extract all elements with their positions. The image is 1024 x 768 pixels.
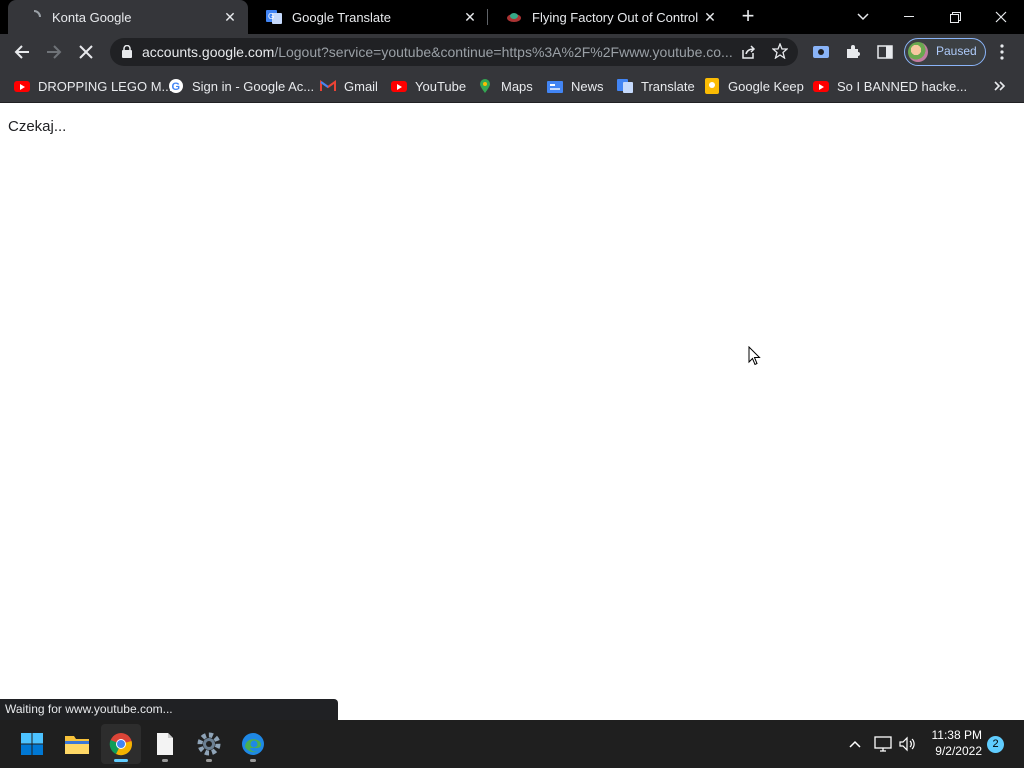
volume-icon[interactable]: [898, 734, 918, 754]
clock-date: 9/2/2022: [935, 744, 982, 758]
profile-status: Paused: [936, 44, 977, 58]
screenshot-extension-icon[interactable]: [809, 40, 833, 64]
url-host: accounts.google.com: [142, 44, 275, 60]
game-icon: [506, 9, 522, 25]
svg-text:G: G: [172, 81, 181, 93]
new-tab-button[interactable]: +: [737, 5, 759, 27]
active-indicator: [114, 759, 128, 762]
bookmark-label: Sign in - Google Ac...: [192, 78, 315, 94]
bookmark-youtube[interactable]: YouTube: [391, 76, 466, 96]
close-window-button[interactable]: [978, 0, 1024, 34]
tab-title: Flying Factory Out of Control | PJ: [532, 9, 700, 25]
profile-button[interactable]: Paused: [904, 38, 986, 66]
translate-icon: G: [266, 9, 282, 25]
tab-google-translate[interactable]: G Google Translate ✕: [248, 0, 488, 34]
side-panel-icon[interactable]: [873, 40, 897, 64]
share-icon[interactable]: [740, 44, 756, 65]
bookmark-gmail[interactable]: Gmail: [320, 76, 378, 96]
chrome-icon[interactable]: [101, 724, 141, 764]
notepad-icon[interactable]: [145, 724, 185, 764]
avatar: [908, 42, 928, 62]
menu-dots-icon[interactable]: [990, 40, 1014, 64]
start-button[interactable]: [12, 724, 52, 764]
clock[interactable]: 11:38 PM 9/2/2022: [918, 727, 982, 759]
extensions-icon[interactable]: [841, 40, 865, 64]
tab-strip: Konta Google ✕ G Google Translate ✕ Flyi…: [0, 0, 1024, 34]
tab-title: Google Translate: [292, 9, 392, 25]
browser-chrome: Konta Google ✕ G Google Translate ✕ Flyi…: [0, 0, 1024, 103]
bookmark-label: Gmail: [344, 78, 378, 94]
running-indicator: [162, 759, 168, 762]
svg-text:G: G: [268, 12, 274, 21]
back-button[interactable]: [9, 39, 35, 65]
minimize-button[interactable]: [886, 0, 932, 34]
tab-close-icon[interactable]: ✕: [460, 9, 480, 26]
bookmark-news[interactable]: News: [547, 76, 604, 96]
google-icon: G: [168, 78, 184, 94]
url-path: /Logout?service=youtube&continue=https%3…: [274, 44, 733, 60]
maps-icon: [477, 78, 493, 94]
bookmark-maps[interactable]: Maps: [477, 76, 533, 96]
mouse-cursor-icon: [748, 345, 761, 371]
bookmark-translate[interactable]: Translate: [617, 76, 695, 96]
loading-icon: [26, 9, 42, 25]
chevron-up-icon[interactable]: [845, 734, 865, 754]
tab-flying-factory[interactable]: Flying Factory Out of Control | PJ ✕: [488, 0, 728, 34]
bookmark-label: Maps: [501, 78, 533, 94]
bookmark-label: DROPPING LEGO M...: [38, 78, 173, 94]
bookmark-label: YouTube: [415, 78, 467, 94]
star-icon[interactable]: [771, 42, 789, 64]
restore-button[interactable]: [932, 0, 978, 34]
page-message: Czekaj...: [8, 118, 67, 135]
bookmark-label: News: [571, 78, 604, 94]
gmail-icon: [320, 78, 336, 94]
lock-icon[interactable]: [122, 44, 132, 63]
taskbar: [0, 720, 1024, 768]
file-explorer-icon[interactable]: [57, 724, 97, 764]
bookmark-label: Google Keep: [728, 78, 804, 94]
clock-time: 11:38 PM: [931, 728, 982, 742]
running-indicator: [206, 759, 212, 762]
stop-button[interactable]: [73, 39, 99, 65]
more-bookmarks-icon[interactable]: [994, 76, 1006, 96]
youtube-icon: [391, 78, 407, 94]
tab-close-icon[interactable]: ✕: [700, 9, 720, 26]
network-icon[interactable]: [873, 734, 893, 754]
settings-icon[interactable]: [189, 724, 229, 764]
url-text[interactable]: accounts.google.com/Logout?service=youtu…: [142, 44, 737, 60]
bookmark-so-i-banned[interactable]: So I BANNED hacke...: [813, 76, 967, 96]
bookmark-sign-in[interactable]: G Sign in - Google Ac...: [168, 76, 314, 96]
bookmark-label: So I BANNED hacke...: [837, 78, 968, 94]
keep-icon: [704, 78, 720, 94]
news-icon: [547, 78, 563, 94]
forward-button[interactable]: [41, 39, 67, 65]
youtube-icon: [14, 78, 30, 94]
notification-badge[interactable]: 2: [987, 736, 1004, 753]
tab-title: Konta Google: [52, 9, 132, 25]
tab-close-icon[interactable]: ✕: [220, 9, 240, 26]
tab-konta-google[interactable]: Konta Google ✕: [8, 0, 248, 34]
address-bar[interactable]: accounts.google.com/Logout?service=youtu…: [110, 38, 798, 66]
bookmark-dropping-lego[interactable]: DROPPING LEGO M...: [14, 76, 172, 96]
translate-icon: [617, 78, 633, 94]
bookmark-label: Translate: [641, 78, 695, 94]
bookmark-google-keep[interactable]: Google Keep: [704, 76, 804, 96]
youtube-icon: [813, 78, 829, 94]
tab-search-icon[interactable]: [840, 0, 886, 34]
running-indicator: [250, 759, 256, 762]
status-bubble: Waiting for www.youtube.com...: [0, 699, 338, 720]
toolbar: accounts.google.com/Logout?service=youtu…: [0, 34, 1024, 70]
edge-icon[interactable]: [233, 724, 273, 764]
bookmarks-bar: DROPPING LEGO M... G Sign in - Google Ac…: [0, 70, 1024, 103]
